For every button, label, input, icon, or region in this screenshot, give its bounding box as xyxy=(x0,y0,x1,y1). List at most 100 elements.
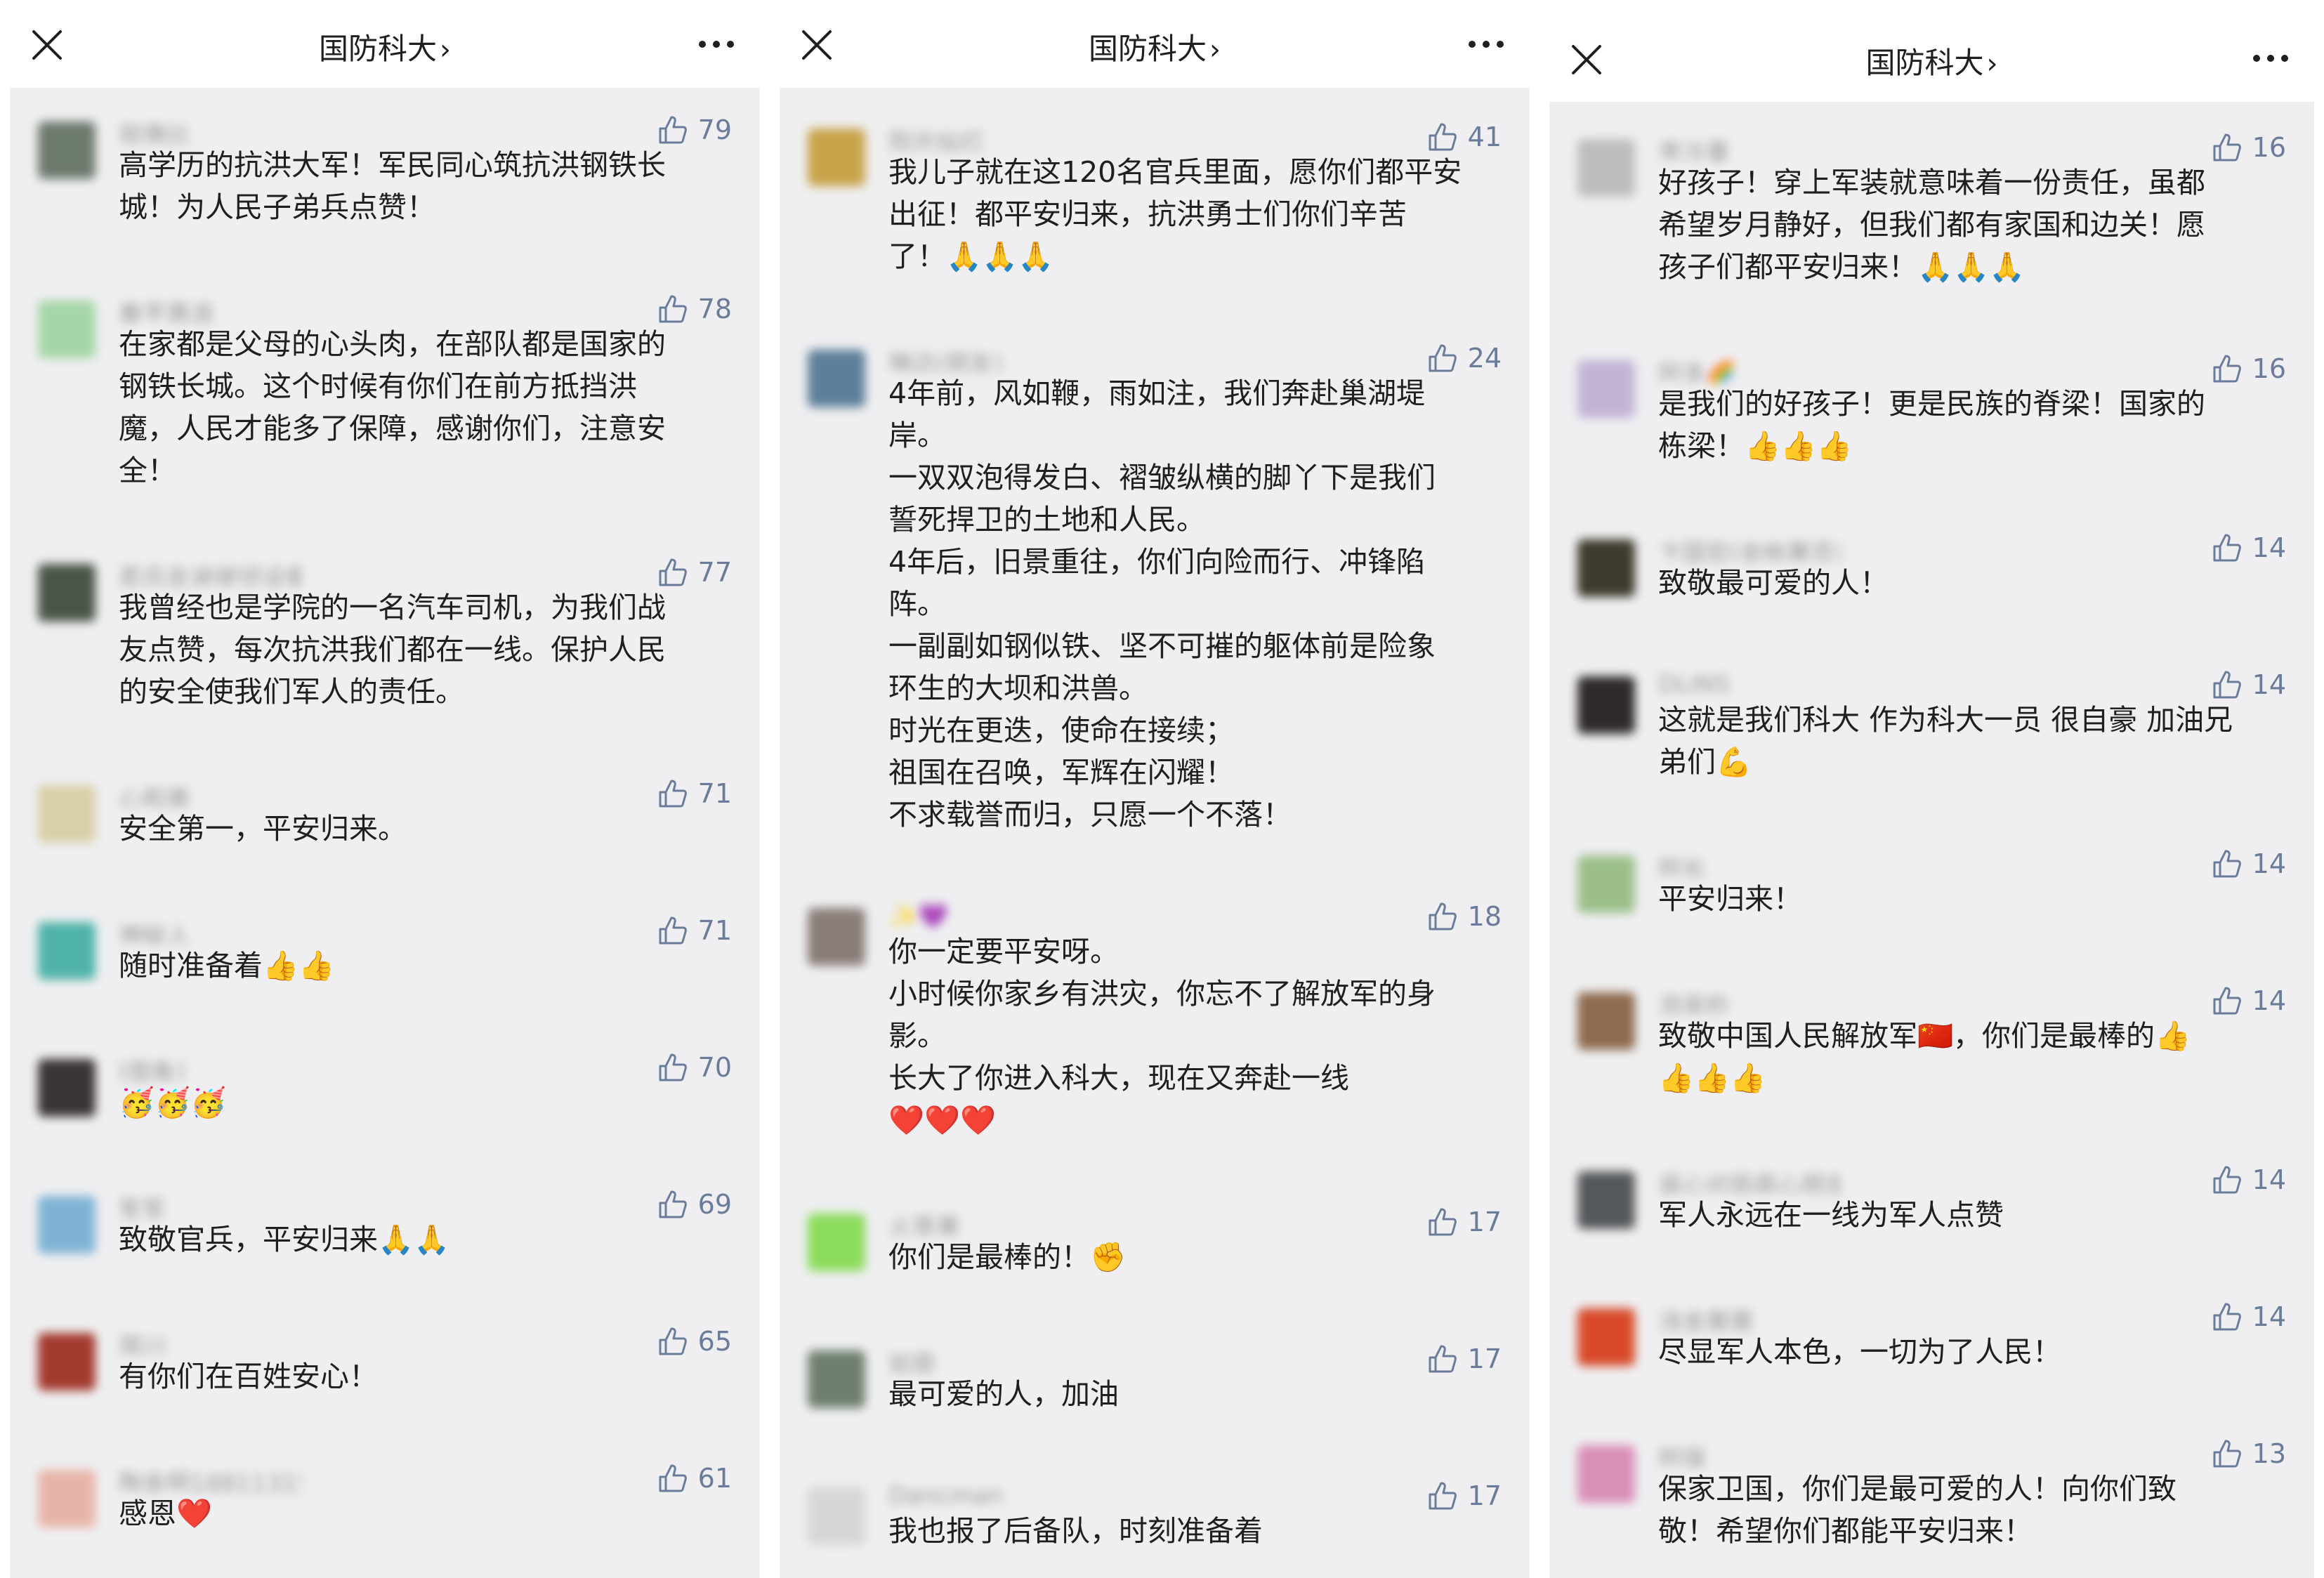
avatar[interactable] xyxy=(1577,676,1635,734)
comment-text: 尽显军人本色，一切为了人民！ xyxy=(1658,1335,2061,1369)
like-count: 14 xyxy=(2252,1301,2286,1332)
thumbs-up-icon xyxy=(2213,133,2241,162)
avatar[interactable] xyxy=(1577,360,1635,418)
username[interactable]: 李冷蔓 xyxy=(1658,133,1841,162)
avatar[interactable] xyxy=(1577,992,1635,1050)
comment-text: 我曾经也是学院的一名汽车司机，为我们战 友点赞，每次抗洪我们都在一线。保护人民 … xyxy=(119,591,666,709)
like-button[interactable]: 14 xyxy=(2212,532,2286,563)
avatar[interactable] xyxy=(38,1196,96,1254)
panel-1: 国防科大 › 就佛比 79 高学历的抗洪大军！军民同心筑抗洪钢铁长 城！为人民子弟… xyxy=(0,0,770,1578)
comment-list[interactable]: 就佛比 79 高学历的抗洪大军！军民同心筑抗洪钢铁长 城！为人民子弟兵点赞！ 春… xyxy=(10,88,760,1578)
thumbs-up-icon xyxy=(1429,123,1457,151)
like-button[interactable]: 16 xyxy=(2212,353,2286,384)
more-icon[interactable] xyxy=(1465,27,1507,62)
thumbs-up-icon xyxy=(1429,902,1457,931)
avatar[interactable] xyxy=(1577,1171,1635,1229)
avatar[interactable] xyxy=(808,129,865,186)
account-title[interactable]: 国防科大 › xyxy=(0,25,770,68)
username[interactable]: 卞国宏(金帐寨员) xyxy=(1658,534,1841,562)
username[interactable]: 心和美 xyxy=(119,780,301,808)
username[interactable]: 就佛比 xyxy=(119,116,301,144)
like-button[interactable]: 14 xyxy=(2212,985,2286,1016)
avatar[interactable] xyxy=(38,922,96,980)
avatar[interactable] xyxy=(808,1214,865,1271)
avatar[interactable] xyxy=(808,1350,865,1408)
avatar[interactable] xyxy=(1577,1308,1635,1366)
like-count: 65 xyxy=(697,1326,732,1357)
like-count: 14 xyxy=(2252,669,2286,700)
avatar[interactable] xyxy=(38,1059,96,1117)
avatar[interactable] xyxy=(38,1333,96,1390)
avatar[interactable] xyxy=(38,121,96,179)
username[interactable]: 流泉秒 xyxy=(1658,987,1841,1015)
like-button[interactable]: 14 xyxy=(2212,669,2286,700)
like-button[interactable]: 69 xyxy=(657,1189,732,1220)
username[interactable]: DLINS xyxy=(1658,671,1841,699)
like-button[interactable]: 65 xyxy=(657,1326,732,1357)
username[interactable]: 阿长 xyxy=(1658,850,1841,878)
account-title[interactable]: 国防科大 › xyxy=(1540,39,2324,82)
like-button[interactable]: 77 xyxy=(657,557,732,588)
avatar[interactable] xyxy=(808,908,865,966)
username[interactable]: 浅金蓑蓑 xyxy=(1658,1303,1841,1331)
username[interactable]: 简川 xyxy=(119,1327,301,1355)
like-button[interactable]: 17 xyxy=(1427,1206,1502,1237)
comment-text: 随时准备着👍👍 xyxy=(119,949,335,982)
comment-text: 最可爱的人，加油 xyxy=(888,1377,1119,1411)
like-button[interactable]: 14 xyxy=(2212,1301,2286,1332)
username[interactable]: ✨💜 xyxy=(888,902,1071,931)
like-button[interactable]: 14 xyxy=(2212,848,2286,879)
comment-list[interactable]: 阳光灿烂 41 我儿子就在这120名官兵里面，愿你们都平安 出征！都平安归来，抗… xyxy=(780,88,1530,1578)
like-count: 14 xyxy=(2252,985,2286,1016)
username[interactable]: 火草果 xyxy=(888,1208,1071,1236)
like-count: 71 xyxy=(697,778,732,809)
like-button[interactable]: 14 xyxy=(2212,1164,2286,1195)
avatar[interactable] xyxy=(1577,539,1635,597)
username[interactable]: 阳光灿烂 xyxy=(888,123,1071,151)
username[interactable]: 笙笙 xyxy=(119,1190,301,1218)
like-button[interactable]: 17 xyxy=(1427,1480,1502,1511)
account-title[interactable]: 国防科大 › xyxy=(770,25,1540,68)
username[interactable]: 陶金明18811315717 xyxy=(119,1464,301,1492)
avatar[interactable] xyxy=(808,350,865,407)
like-count: 14 xyxy=(2252,848,2286,879)
username[interactable]: 遥心对局高心朋友 xyxy=(1658,1166,1841,1194)
avatar[interactable] xyxy=(38,301,96,358)
like-button[interactable]: 61 xyxy=(657,1463,732,1494)
avatar[interactable] xyxy=(38,564,96,622)
like-button[interactable]: 79 xyxy=(657,114,732,145)
like-button[interactable]: 13 xyxy=(2212,1438,2286,1469)
username[interactable]: Dancman xyxy=(888,1482,1071,1510)
like-button[interactable]: 70 xyxy=(657,1052,732,1083)
username[interactable]: 如是 xyxy=(888,1345,1071,1373)
username[interactable]: 若兵友迪驶径设备 xyxy=(119,558,301,586)
like-button[interactable]: 78 xyxy=(657,294,732,324)
username[interactable]: 春芊惠浪 xyxy=(119,295,301,323)
avatar[interactable] xyxy=(38,1470,96,1527)
avatar[interactable] xyxy=(1577,855,1635,913)
username[interactable]: [图象] xyxy=(119,1053,301,1081)
comment-list[interactable]: 李冷蔓 16 好孩子！穿上军装就意味着一份责任，虽都 希望岁月静好，但我们都有家… xyxy=(1549,102,2314,1578)
avatar[interactable] xyxy=(808,1487,865,1545)
more-icon[interactable] xyxy=(2250,41,2292,76)
like-count: 17 xyxy=(1467,1206,1502,1237)
like-button[interactable]: 17 xyxy=(1427,1343,1502,1374)
comment-text: 你们是最棒的！✊ xyxy=(888,1240,1127,1274)
username[interactable]: 阿多🌈 xyxy=(1658,355,1841,383)
comment-text: 我儿子就在这120名官兵里面，愿你们都平安 出征！都平安归来，抗洪勇士们你们辛苦… xyxy=(888,155,1462,273)
username[interactable]: 琳达(朋友) xyxy=(888,344,1071,372)
like-count: 14 xyxy=(2252,1164,2286,1195)
like-count: 16 xyxy=(2252,353,2286,384)
like-button[interactable]: 71 xyxy=(657,915,732,946)
like-button[interactable]: 16 xyxy=(2212,132,2286,163)
like-button[interactable]: 71 xyxy=(657,778,732,809)
like-button[interactable]: 41 xyxy=(1427,121,1502,152)
avatar[interactable] xyxy=(1577,1445,1635,1503)
username[interactable]: 神秘人 xyxy=(119,916,301,945)
more-icon[interactable] xyxy=(695,27,737,62)
like-button[interactable]: 18 xyxy=(1427,901,1502,932)
avatar[interactable] xyxy=(38,785,96,843)
avatar[interactable] xyxy=(1577,139,1635,197)
like-button[interactable]: 24 xyxy=(1427,343,1502,374)
username[interactable]: 阿保 xyxy=(1658,1440,1841,1468)
